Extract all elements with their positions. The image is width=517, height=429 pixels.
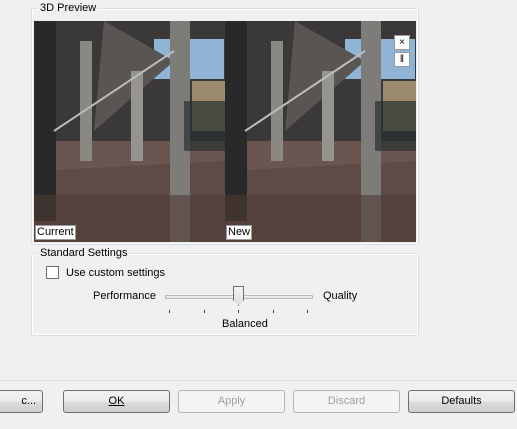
3d-preview-group: 3D Preview Current New × ‖ [31, 1, 419, 245]
preview-controls: × ‖ [394, 35, 410, 67]
slider-tick [169, 310, 170, 313]
preview-current-pane: Current [34, 21, 225, 242]
apply-button-label: Apply [217, 395, 246, 407]
balanced-label: Balanced [222, 318, 268, 330]
apply-button[interactable]: Apply [178, 390, 285, 413]
slider-tick [272, 310, 274, 313]
dialog-button-bar: c... OK Apply Discard Defaults [0, 380, 517, 429]
custom-settings-label[interactable]: Use custom settings [66, 267, 165, 279]
performance-label: Performance [93, 290, 156, 302]
quality-label: Quality [323, 290, 358, 302]
3d-preview-title: 3D Preview [38, 1, 99, 15]
slider-tick [238, 310, 239, 313]
quality-slider[interactable] [165, 286, 313, 306]
preview-current-label: Current [35, 225, 76, 240]
custom-settings-row[interactable]: Use custom settings [46, 266, 165, 279]
ok-button[interactable]: OK [63, 390, 170, 413]
standard-settings-group: Standard Settings Use custom settings Pe… [31, 246, 419, 336]
etc-button[interactable]: c... [0, 390, 43, 413]
preview-new-pane: New [225, 21, 416, 242]
scene-current-image [34, 21, 225, 242]
slider-tick [203, 310, 205, 313]
ok-button-label: OK [108, 395, 125, 407]
preview-area: Current New × ‖ [34, 21, 416, 242]
discard-button-label: Discard [327, 395, 366, 407]
defaults-button[interactable]: Defaults [408, 390, 515, 413]
custom-settings-checkbox[interactable] [46, 266, 59, 279]
standard-settings-title: Standard Settings [38, 246, 130, 260]
discard-button[interactable]: Discard [293, 390, 400, 413]
preview-new-label: New [226, 225, 253, 240]
slider-tick [307, 310, 308, 313]
scene-new-image [225, 21, 416, 242]
close-icon[interactable]: × [394, 35, 410, 50]
defaults-button-label: Defaults [441, 395, 482, 407]
split-view-icon[interactable]: ‖ [394, 52, 410, 67]
slider-thumb[interactable] [233, 286, 244, 306]
